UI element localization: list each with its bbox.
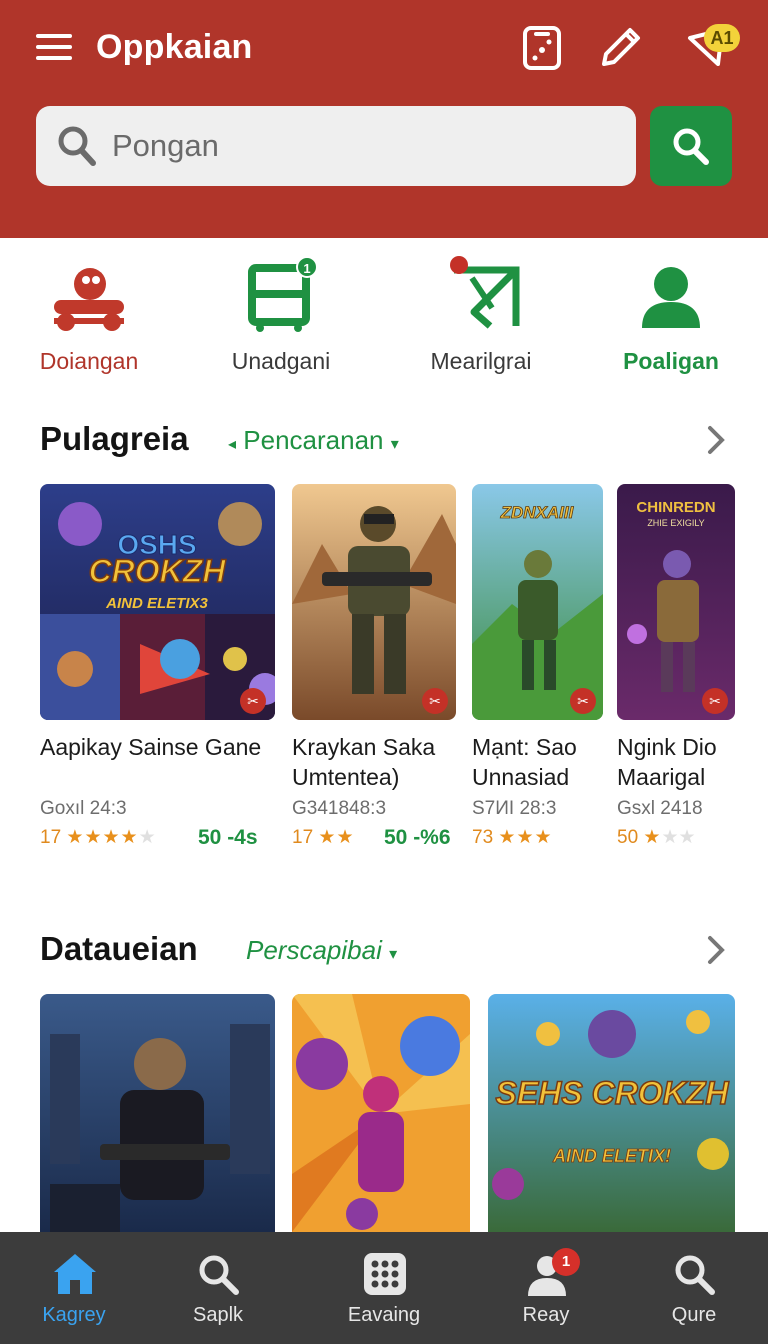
game-meta: Gsxl 2418 <box>617 798 703 819</box>
user-icon <box>626 256 716 336</box>
rating-count: 50 <box>617 827 639 848</box>
chevron-right-icon[interactable] <box>704 934 728 966</box>
notification-dot <box>450 256 468 274</box>
bottom-navigation: Kagrey Saplk Eavaing 1 Reay Qure <box>0 1232 768 1344</box>
game-rating: 17 ★★ <box>292 826 355 849</box>
game-art-title: ZDNXAIII <box>500 503 575 522</box>
game-name: Kraykan Saka Umtentea) <box>292 734 436 790</box>
star-empty-icon: ★★ <box>661 827 696 848</box>
pencil-icon[interactable] <box>596 24 640 72</box>
chevron-down-icon: ▾ <box>389 946 398 963</box>
game-art-title: SEHS CROKZH <box>496 1075 730 1111</box>
star-icon: ★★★ <box>498 827 553 848</box>
rating-count: 73 <box>472 827 494 848</box>
game-name: Aapikay Sainse Gane <box>40 734 262 760</box>
nav-item-profile[interactable]: 1 Reay <box>486 1232 606 1344</box>
app-header: Oppkaian A1 <box>0 0 768 238</box>
category-badge: 1 <box>296 256 318 278</box>
search-button[interactable] <box>650 106 732 186</box>
star-empty-icon: ★ <box>138 827 156 848</box>
game-meta: Goxıl 24:3 <box>40 798 127 819</box>
game-card-image[interactable]: ✂ <box>292 484 456 720</box>
game-meta: S7ИI 28:3 <box>472 798 557 819</box>
game-tag-icon: ✂ <box>422 688 448 714</box>
game-price: 50 -4s <box>198 826 258 849</box>
nav-item-query[interactable]: Qure <box>634 1232 754 1344</box>
game-tag-icon: ✂ <box>570 688 596 714</box>
section-filter-label: Perscapibai <box>246 935 382 965</box>
nav-item-grid[interactable]: Eavaing <box>324 1232 444 1344</box>
star-icon: ★ <box>643 827 662 848</box>
category-label: Doiangan <box>39 348 139 374</box>
game-price: 50 -%6 <box>384 826 451 849</box>
menu-icon[interactable] <box>36 34 72 64</box>
game-card-image[interactable] <box>40 994 275 1232</box>
section-filter-label: Pencaranan <box>243 425 384 455</box>
app-title: Oppkaian <box>96 28 253 66</box>
category-label: Poaligan <box>623 348 719 374</box>
game-name: Mạnt: Sao Unnasiad <box>472 734 577 790</box>
category-mearilgrai[interactable]: Mearilgrai <box>396 256 566 375</box>
cart-icon: 1 <box>236 256 326 336</box>
game-rating: 17 ★★★★★ <box>40 826 156 849</box>
nav-label: Eavaing <box>347 1304 421 1326</box>
search-input[interactable] <box>112 120 612 172</box>
game-art-subtitle: ZHIE EXIGILY <box>647 518 704 528</box>
game-art-title: CHINREDN <box>636 499 715 516</box>
dice-icon[interactable] <box>520 24 564 72</box>
game-card-image[interactable] <box>292 994 470 1232</box>
category-doiangan[interactable]: Doiangan <box>4 256 174 375</box>
grid-icon <box>364 1253 406 1295</box>
section-title: Pulagreia <box>40 420 189 457</box>
search-bar <box>36 106 636 186</box>
svg-text:CROKZH: CROKZH <box>89 553 227 589</box>
search-icon <box>673 128 709 165</box>
chevron-down-icon: ▾ <box>390 436 399 453</box>
joystick-icon <box>44 256 134 336</box>
chevron-right-icon[interactable] <box>704 424 728 456</box>
nav-label: Kagrey <box>42 1304 106 1326</box>
nav-item-home[interactable]: Kagrey <box>14 1232 134 1344</box>
nav-item-search[interactable]: Saplk <box>158 1232 278 1344</box>
nav-label: Saplk <box>192 1304 244 1326</box>
game-card-image[interactable]: CHINREDN ZHIE EXIGILY ✂ <box>617 484 735 720</box>
game-rating: 50 ★★★ <box>617 826 696 849</box>
game-tag-icon: ✂ <box>702 688 728 714</box>
game-name: Ngink Dio Maarigal <box>617 734 717 790</box>
game-card-image[interactable]: OSHS CROKZH AIND ELETIX3 ✂ <box>40 484 275 720</box>
game-card-image[interactable]: SEHS CROKZH AIND ELETIX! <box>488 994 735 1232</box>
paper-plane-icon <box>436 256 526 336</box>
star-icon: ★★★★ <box>66 827 139 848</box>
section-filter-dropdown[interactable]: ◂ Pencaranan ▾ <box>228 425 399 456</box>
search-icon <box>58 126 96 166</box>
nav-label: Reay <box>522 1304 570 1326</box>
search-icon <box>675 1255 715 1295</box>
home-icon <box>54 1254 96 1294</box>
game-art-subtitle: AIND ELETIX! <box>552 1146 671 1166</box>
svg-text:AIND ELETIX3: AIND ELETIX3 <box>105 595 208 612</box>
game-meta: G341848:3 <box>292 798 387 819</box>
game-card-image[interactable]: ZDNXAIII ✂ <box>472 484 603 720</box>
section-title: Datauеian <box>40 930 198 967</box>
nav-badge: 1 <box>552 1248 580 1276</box>
rating-count: 17 <box>40 827 62 848</box>
category-unadgani[interactable]: 1 Unadgani <box>196 256 366 375</box>
game-rating: 73 ★★★ <box>472 826 553 849</box>
star-icon: ★★ <box>318 827 355 848</box>
category-poaligan[interactable]: Poaligan <box>586 256 756 375</box>
rating-count: 17 <box>292 827 314 848</box>
search-icon <box>199 1255 239 1295</box>
category-label: Unadgani <box>231 348 331 374</box>
nav-label: Qure <box>671 1304 717 1326</box>
category-label: Mearilgrai <box>430 348 532 374</box>
section-filter-dropdown[interactable]: Perscapibai ▾ <box>246 935 397 966</box>
notification-badge: A1 <box>704 24 740 52</box>
game-tag-icon: ✂ <box>240 688 266 714</box>
